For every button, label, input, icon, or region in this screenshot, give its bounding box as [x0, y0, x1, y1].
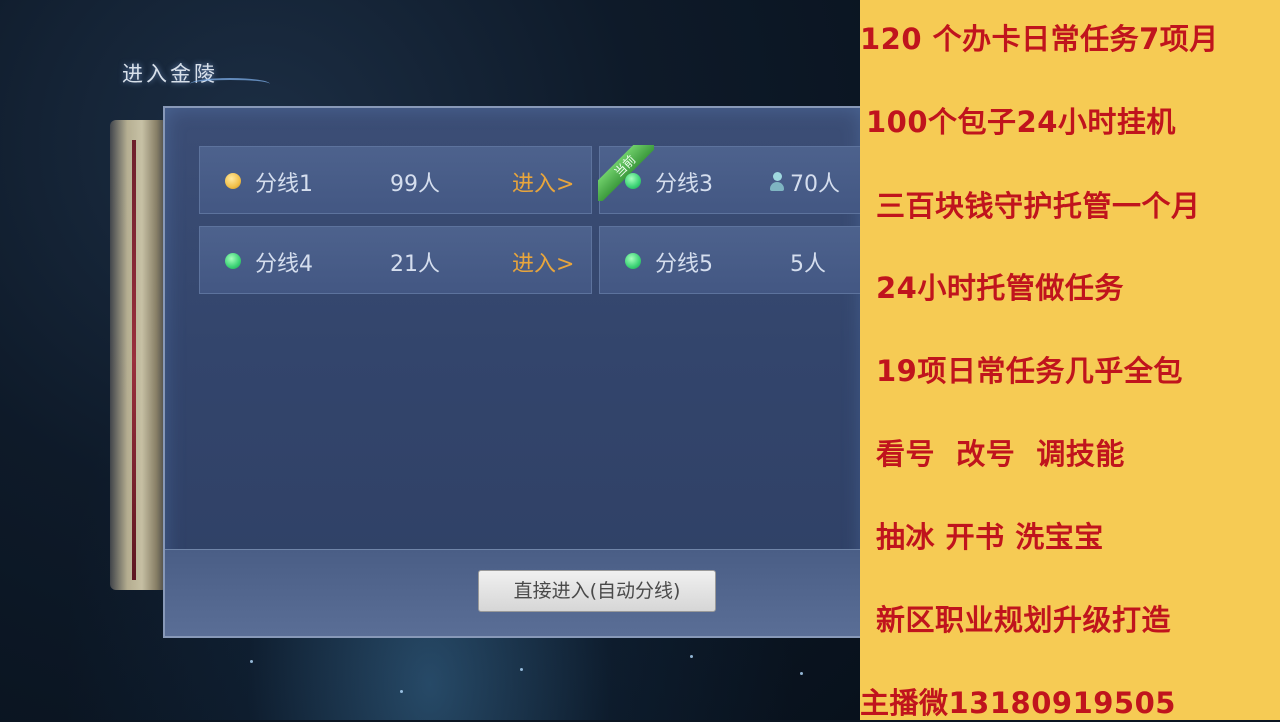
ad-line-7: 抽冰 开书 洗宝宝 — [876, 520, 1104, 554]
ad-line-2: 100个包子24小时挂机 — [866, 105, 1176, 139]
ad-line-4: 24小时托管做任务 — [876, 271, 1124, 305]
game-scene: 进入金陵 分线1 99人 进入> 当前 分线3 70人 分线4 21人 进入> … — [0, 0, 860, 720]
ad-line-9: 主播微13180919505 — [860, 686, 1176, 720]
current-line-ribbon: 当前 — [598, 145, 654, 201]
line-card-4[interactable]: 分线4 21人 进入> — [199, 226, 592, 294]
ad-line-1: 120 个办卡日常任务7项月 — [860, 22, 1219, 56]
line-name: 分线4 — [255, 252, 313, 277]
line-player-count: 21人 — [390, 252, 440, 277]
line-card-3[interactable]: 当前 分线3 70人 — [598, 145, 860, 214]
status-normal-icon — [625, 253, 641, 269]
line-player-count: 70人 — [790, 172, 840, 197]
line-player-count: 5人 — [790, 252, 826, 277]
line-card-5[interactable]: 分线5 5人 — [599, 226, 860, 294]
status-normal-icon — [225, 253, 241, 269]
current-line-label: 当前 — [598, 145, 654, 201]
ad-line-8: 新区职业规划升级打造 — [876, 603, 1172, 637]
player-icon — [770, 172, 784, 192]
line-card-1[interactable]: 分线1 99人 进入> — [199, 146, 592, 214]
ad-line-5: 19项日常任务几乎全包 — [876, 354, 1183, 388]
line-name: 分线5 — [655, 252, 713, 277]
ad-line-3: 三百块钱守护托管一个月 — [876, 189, 1201, 223]
enter-line-button[interactable]: 进入> — [512, 166, 574, 198]
line-name: 分线1 — [255, 172, 313, 197]
ad-line-6: 看号 改号 调技能 — [876, 437, 1125, 471]
line-player-count: 99人 — [390, 172, 440, 197]
scroll-rod-decoration — [110, 120, 168, 590]
title-swoosh-decoration — [190, 78, 270, 90]
enter-line-button[interactable]: 进入> — [512, 246, 574, 278]
line-name: 分线3 — [655, 172, 713, 197]
status-normal-icon — [625, 173, 641, 189]
auto-enter-button[interactable]: 直接进入(自动分线) — [478, 570, 716, 612]
scroll-red-cord — [132, 140, 136, 580]
status-busy-icon — [225, 173, 241, 189]
stream-ad-overlay: 120 个办卡日常任务7项月 100个包子24小时挂机 三百块钱守护托管一个月 … — [860, 0, 1280, 720]
